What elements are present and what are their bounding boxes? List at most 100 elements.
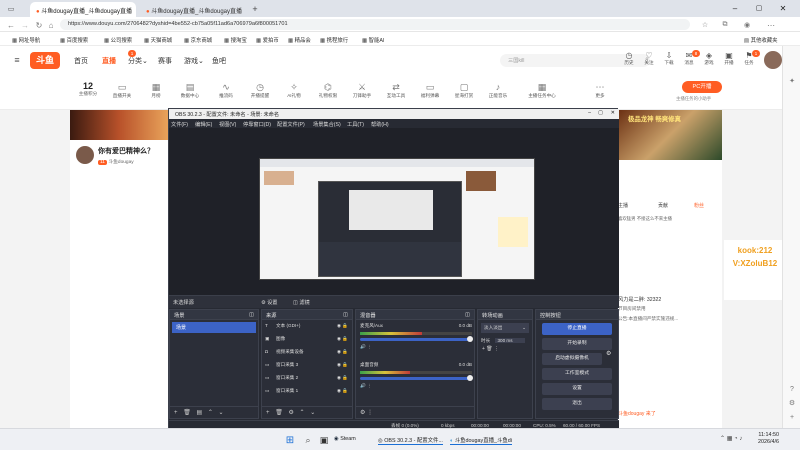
move-up-icon[interactable]: ⌃ (208, 410, 213, 416)
settings-button[interactable]: 设置 (542, 383, 612, 395)
exit-button[interactable]: 退出 (542, 398, 612, 410)
new-tab-icon[interactable]: + (250, 4, 260, 14)
nav-live[interactable]: 直播 (102, 56, 116, 66)
browser-tab-active[interactable]: ● 斗鱼dougay直播_斗鱼dougay直播 (30, 2, 136, 17)
start-recording-button[interactable]: 开始录制 (542, 338, 612, 350)
bookmark-item[interactable]: ▦ 携程旅行 (320, 36, 348, 44)
bookmark-item[interactable]: ▦ 智能AI (362, 36, 384, 44)
toolbar-tasks[interactable]: ▦ 主播任务中心 (524, 81, 560, 99)
toolbar-ai-gift[interactable]: ✧ AI礼物 (280, 81, 308, 99)
toolbar-more[interactable]: ⋯ 更多 (586, 81, 614, 99)
source-item[interactable]: ▭ 窗口采集 1 ◉ 🔒 (262, 385, 352, 398)
nav-games[interactable]: 游戏⌄ (184, 56, 204, 66)
obs-preview[interactable] (169, 128, 619, 295)
add-source-icon[interactable]: + (266, 410, 270, 416)
menu-docks[interactable]: 停靠窗口(D) (243, 121, 271, 128)
toolbar-interact[interactable]: ⇄ 互动工具 (382, 81, 410, 99)
bookmark-item[interactable]: ▦ 搜淘宝 (224, 36, 247, 44)
toolbar-data[interactable]: ▤ 数据中心 (176, 81, 204, 99)
search-icon[interactable]: ⌕ (302, 434, 314, 446)
mic-controls[interactable]: 🔊 ⋮ (360, 344, 472, 350)
vcam-settings-icon[interactable]: ⚙ (606, 350, 611, 357)
mixer-settings-icon[interactable]: ⚙ (360, 410, 365, 416)
back-icon[interactable]: ← (6, 20, 16, 30)
tab-actions-icon[interactable]: ▭ (6, 4, 16, 14)
desktop-controls[interactable]: 🔊 ⋮ (360, 383, 472, 389)
avatar[interactable] (764, 51, 782, 69)
source-item[interactable]: T 文本 (GDI+) ◉ 🔒 (262, 320, 352, 333)
visibility-icon[interactable]: ◉ 🔒 (337, 336, 348, 342)
taskview-icon[interactable]: ▣ (318, 434, 330, 446)
tray-icons[interactable]: ⌃ ▦ ◔ ♪ (720, 435, 742, 442)
source-item[interactable]: ▭ 窗口采集 2 ◉ 🔒 (262, 372, 352, 385)
nav-category[interactable]: 分类⌄ (128, 56, 148, 66)
star-icon[interactable]: ✦ (787, 76, 797, 86)
hamburger-icon[interactable]: ≡ (12, 55, 22, 65)
taskbar-steam[interactable]: ◉ Steam (334, 436, 356, 442)
transition-actions[interactable]: + 🗑 ⋮ (482, 346, 499, 352)
favorites-icon[interactable]: ☆ (700, 20, 710, 30)
start-icon[interactable]: ⊞ (284, 434, 296, 446)
broadcast-icon[interactable]: ▣ 开播 (720, 51, 738, 66)
home-icon[interactable]: ⌂ (46, 20, 56, 30)
visibility-icon[interactable]: ◉ 🔒 (337, 362, 348, 368)
game-ad-image[interactable]: 极品龙神 畅爽修真 (618, 110, 722, 160)
maximize-icon[interactable]: ▢ (752, 2, 766, 14)
profile-icon[interactable]: ◉ (742, 20, 752, 30)
extensions-icon[interactable]: ⧉ (720, 20, 730, 30)
studio-mode-button[interactable]: 工作室模式 (542, 368, 612, 380)
toolbar-reminder[interactable]: ◷ 开播提醒 (246, 81, 274, 99)
toolbar-gift-perm[interactable]: ⌬ 礼物权限 (314, 81, 342, 99)
visibility-icon[interactable]: ◉ 🔒 (337, 375, 348, 381)
menu-edit[interactable]: 编辑(E) (195, 121, 212, 128)
visibility-icon[interactable]: ◉ 🔒 (337, 388, 348, 394)
toolbar-stream-key[interactable]: ∿ 推流码 (212, 81, 240, 99)
history-icon[interactable]: ◷ 历史 (620, 51, 638, 66)
add-icon[interactable]: + (787, 412, 797, 422)
obs-maximize-icon[interactable]: ▢ (598, 110, 603, 116)
bookmark-item[interactable]: ▦ 公司搜索 (104, 36, 132, 44)
menu-file[interactable]: 文件(F) (171, 121, 188, 128)
tab-contribute[interactable]: 贡献 (658, 202, 668, 209)
toolbar-reward[interactable]: ▢ 星海打赏 (450, 81, 478, 99)
streamer-avatar[interactable] (76, 146, 94, 164)
close-icon[interactable]: ✕ (776, 2, 790, 14)
toolbar-blade[interactable]: ⚔ 刀锋助手 (348, 81, 376, 99)
transition-select[interactable]: 淡入淡出 ⌄ (481, 323, 529, 333)
move-down-icon[interactable]: ⌄ (310, 410, 315, 416)
source-filter-button[interactable]: ◫ 滤镜 (293, 299, 310, 306)
tab-fans[interactable]: 粉丝 (694, 202, 704, 209)
taskbar-obs[interactable]: ◎ OBS 30.2.3 - 配置文件... (378, 436, 443, 445)
douyu-logo[interactable]: 斗鱼 (30, 52, 60, 69)
minimize-icon[interactable]: – (728, 2, 742, 14)
source-item[interactable]: ▭ 窗口采集 3 ◉ 🔒 (262, 359, 352, 372)
side-ad[interactable]: kook:212 V:XZoluB12 (724, 240, 786, 300)
pc-live-button[interactable]: PC开播 (682, 81, 722, 93)
menu-profile[interactable]: 配置文件(P) (277, 121, 305, 128)
menu-view[interactable]: 视图(V) (219, 121, 236, 128)
duration-input[interactable]: 300 ms (495, 338, 526, 343)
visibility-icon[interactable]: ◉ 🔒 (337, 349, 348, 355)
help-icon[interactable]: ? (787, 384, 797, 394)
bookmark-item[interactable]: ▦ 京东商城 (184, 36, 212, 44)
other-bookmarks[interactable]: ▤ 其他收藏夹 (744, 36, 778, 44)
settings-icon[interactable]: ⚙ (787, 398, 797, 408)
tab-streamer[interactable]: 主播 (618, 202, 628, 209)
game-icon[interactable]: ◈ 游戏 (700, 51, 718, 66)
source-item[interactable]: ◘ 视频采集设备 ◉ 🔒 (262, 346, 352, 359)
mixer-menu-icon[interactable]: ⋮ (367, 410, 373, 416)
forward-icon[interactable]: → (20, 20, 30, 30)
desktop-volume-slider[interactable] (360, 375, 473, 381)
stop-streaming-button[interactable]: 停止直播 (542, 323, 612, 335)
scene-item[interactable]: 场景 (172, 322, 256, 333)
visibility-icon[interactable]: ◉ 🔒 (337, 323, 348, 329)
mic-volume-slider[interactable] (360, 336, 473, 342)
menu-tools[interactable]: 工具(T) (347, 121, 364, 128)
streamer-name[interactable]: 11 斗鱼dougay (98, 158, 134, 165)
download-icon[interactable]: ⇩ 下载 (660, 51, 678, 66)
follow-icon[interactable]: ♡ 关注 (640, 51, 658, 66)
browser-tab[interactable]: ● 斗鱼dougay直播_斗鱼dougay直播 (140, 2, 246, 17)
refresh-icon[interactable]: ↻ (34, 20, 44, 30)
move-down-icon[interactable]: ⌄ (219, 410, 224, 416)
toolbar-monthly[interactable]: ▦ 月榜 (142, 81, 170, 99)
